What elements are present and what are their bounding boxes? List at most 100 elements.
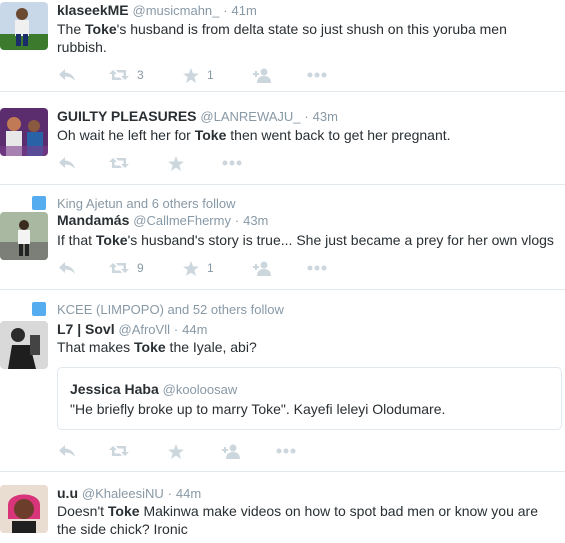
follow-context-icon	[32, 302, 46, 316]
tweet-header: Mandamás @CallmeFhermy · 43m	[57, 212, 268, 229]
highlight-keyword: Toke	[85, 21, 117, 37]
display-name[interactable]: GUILTY PLEASURES	[57, 108, 197, 124]
highlight-keyword: Toke	[107, 503, 140, 519]
tweet-text: The Toke's husband is from delta state s…	[57, 20, 562, 56]
separator: ·	[167, 486, 172, 501]
retweet-icon	[109, 263, 129, 273]
text-segment: If that	[57, 232, 96, 248]
more-button[interactable]	[276, 442, 296, 460]
follow-button[interactable]	[253, 66, 273, 84]
follow-button[interactable]	[253, 259, 273, 277]
text-segment: Makinwa make videos on how to spot bad m…	[139, 503, 538, 519]
retweet-button[interactable]: 3	[109, 66, 144, 84]
timestamp[interactable]: 44m	[182, 322, 207, 337]
star-icon	[183, 67, 199, 83]
tweet-item[interactable]: u.u @KhaleesiNU · 44m Doesn't Toke Makin…	[0, 472, 565, 543]
username[interactable]: @musicmahn_	[133, 3, 220, 18]
quoted-display-name: Jessica Haba	[70, 381, 159, 397]
follow-button[interactable]	[222, 442, 242, 460]
tweet-item[interactable]: GUILTY PLEASURES @LANREWAJU_ · 43m Oh wa…	[0, 92, 565, 185]
timestamp[interactable]: 43m	[313, 109, 338, 124]
display-name[interactable]: L7 | Sovl	[57, 321, 115, 337]
display-name[interactable]: klaseekME	[57, 2, 129, 18]
avatar[interactable]	[0, 212, 48, 260]
text-segment: 's husband is from delta state so just s…	[116, 21, 507, 37]
more-icon	[222, 160, 242, 166]
tweet-text: Oh wait he left her for Toke then went b…	[57, 126, 562, 144]
more-icon	[307, 265, 327, 271]
reply-icon	[59, 445, 75, 457]
retweet-button[interactable]	[109, 154, 129, 172]
more-button[interactable]	[307, 66, 327, 84]
reply-button[interactable]	[58, 154, 76, 172]
username[interactable]: @KhaleesiNU	[82, 486, 164, 501]
reply-button[interactable]	[58, 259, 76, 277]
retweet-count: 9	[137, 261, 144, 275]
follow-context[interactable]: KCEE (LIMPOPO) and 52 others follow	[57, 302, 284, 317]
tweet-item[interactable]: KCEE (LIMPOPO) and 52 others follow L7 |…	[0, 290, 565, 472]
display-name[interactable]: Mandamás	[57, 212, 129, 228]
separator: ·	[304, 109, 309, 124]
favorite-button[interactable]: 1	[183, 66, 214, 84]
quoted-tweet[interactable]: Jessica Haba @kooloosaw "He briefly brok…	[57, 367, 562, 430]
timestamp[interactable]: 41m	[232, 3, 257, 18]
tweet-text: If that Toke's husband's story is true..…	[57, 231, 562, 249]
tweet-text: That makes Toke the Iyale, abi?	[57, 338, 562, 356]
avatar[interactable]	[0, 108, 48, 156]
tweet-item[interactable]: klaseekME @musicmahn_ · 41m The Toke's h…	[0, 0, 565, 92]
text-segment: then went back to get her pregnant.	[226, 127, 451, 143]
more-button[interactable]	[307, 259, 327, 277]
text-segment: Oh wait he left her for	[57, 127, 195, 143]
highlight-keyword: Toke	[194, 127, 227, 143]
text-segment: 's husband's story is true... She just b…	[127, 232, 554, 248]
highlight-keyword: Toke	[95, 232, 128, 248]
favorite-button[interactable]	[168, 154, 184, 172]
username[interactable]: @CallmeFhermy	[133, 213, 231, 228]
follow-icon	[253, 261, 271, 276]
separator: ·	[234, 213, 240, 228]
retweet-icon	[109, 70, 129, 80]
tweet-header: L7 | Sovl @AfroVll · 44m	[57, 321, 207, 338]
text-segment: Doesn't	[57, 503, 108, 519]
follow-context[interactable]: King Ajetun and 6 others follow	[57, 196, 236, 211]
timestamp[interactable]: 43m	[243, 213, 268, 228]
avatar[interactable]	[0, 485, 48, 533]
more-icon	[307, 72, 327, 78]
reply-button[interactable]	[58, 442, 76, 460]
star-icon	[183, 260, 199, 276]
username[interactable]: @AfroVll	[119, 322, 171, 337]
text-segment: rubbish.	[57, 39, 107, 55]
highlight-keyword: Toke	[134, 339, 166, 355]
timestamp[interactable]: 44m	[176, 486, 201, 501]
more-icon	[276, 448, 296, 454]
text-segment: the Iyale, abi?	[165, 339, 257, 355]
quoted-tweet-header: Jessica Haba @kooloosaw	[70, 381, 237, 397]
more-button[interactable]	[222, 154, 242, 172]
display-name[interactable]: u.u	[57, 485, 78, 501]
separator: ·	[223, 3, 228, 18]
avatar[interactable]	[0, 321, 48, 369]
retweet-icon	[109, 446, 129, 456]
tweet-item[interactable]: King Ajetun and 6 others follow Mandamás…	[0, 185, 565, 290]
follow-icon	[222, 444, 240, 459]
username[interactable]: @LANREWAJU_	[200, 109, 300, 124]
text-segment: the side chick? Ironic	[57, 521, 188, 537]
tweet-header: klaseekME @musicmahn_ · 41m	[57, 2, 257, 19]
reply-icon	[59, 157, 75, 169]
star-icon	[168, 443, 184, 459]
follow-icon	[253, 68, 271, 83]
retweet-button[interactable]	[109, 442, 129, 460]
favorite-button[interactable]	[168, 442, 184, 460]
avatar[interactable]	[0, 2, 48, 50]
separator: ·	[173, 322, 179, 337]
favorite-button[interactable]: 1	[183, 259, 214, 277]
tweet-text: Doesn't Toke Makinwa make videos on how …	[57, 502, 562, 538]
retweet-button[interactable]: 9	[109, 259, 144, 277]
reply-button[interactable]	[58, 66, 76, 84]
text-segment: The	[57, 21, 86, 37]
quoted-tweet-text: "He briefly broke up to marry Toke". Kay…	[70, 401, 446, 417]
follow-context-icon	[32, 196, 46, 210]
reply-icon	[59, 69, 75, 81]
tweet-header: GUILTY PLEASURES @LANREWAJU_ · 43m	[57, 108, 338, 125]
star-icon	[168, 155, 184, 171]
